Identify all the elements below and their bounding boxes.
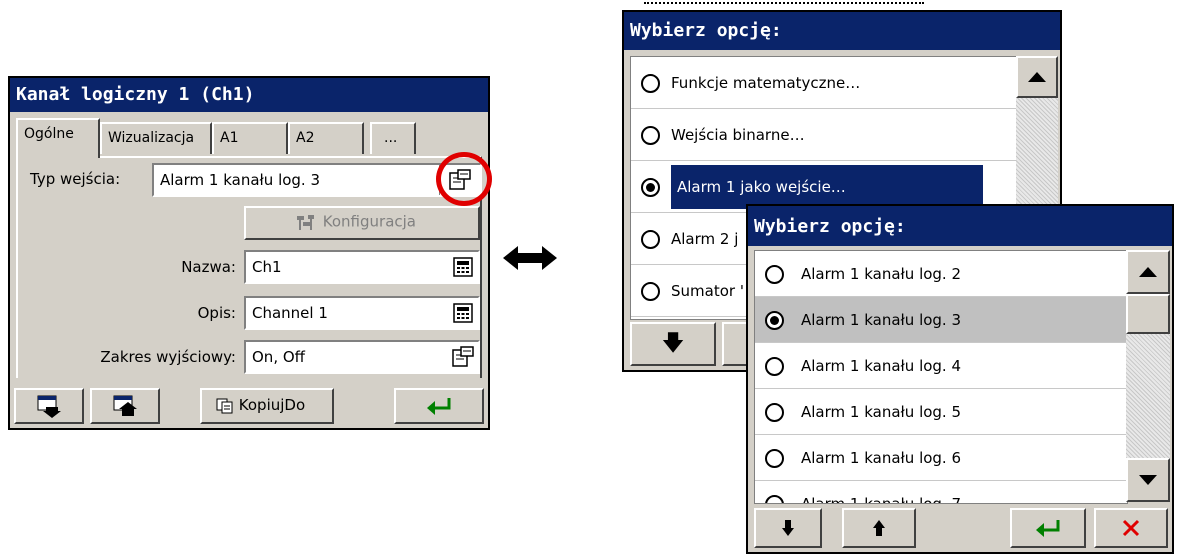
down-button[interactable]: 🡇 bbox=[630, 322, 716, 366]
enter-icon bbox=[427, 398, 451, 415]
radio-button[interactable] bbox=[765, 495, 784, 503]
output-range-label: Zakres wyjściowy: bbox=[100, 348, 236, 366]
copy-to-label: KopiujDo bbox=[238, 396, 306, 414]
dialog-title: Wybierz opcję: bbox=[624, 12, 1060, 50]
description-label: Opis: bbox=[197, 304, 236, 322]
tools-icon bbox=[297, 215, 314, 230]
output-range-value: On, Off bbox=[252, 348, 305, 366]
option-row[interactable]: Alarm 1 kanału log. 7 bbox=[755, 481, 1127, 504]
scroll-up-button[interactable] bbox=[1016, 56, 1058, 98]
up-button[interactable] bbox=[842, 508, 916, 548]
radio-button[interactable] bbox=[641, 126, 660, 145]
description-field[interactable]: Channel 1 bbox=[244, 296, 480, 330]
name-label: Nazwa: bbox=[181, 258, 236, 276]
enter-icon bbox=[1036, 520, 1060, 537]
option-label: Wejścia binarne… bbox=[671, 126, 805, 144]
arrow-down-icon bbox=[1139, 475, 1157, 485]
radio-button[interactable] bbox=[641, 74, 660, 93]
tab-label: Ogólne bbox=[24, 126, 74, 142]
option-label: Alarm 1 kanału log. 2 bbox=[801, 265, 962, 283]
copy-to-button[interactable]: KopiujDo bbox=[200, 388, 334, 424]
enter-button[interactable] bbox=[394, 388, 484, 424]
previous-page-icon bbox=[113, 395, 137, 416]
close-icon bbox=[1122, 519, 1140, 537]
radio-button[interactable] bbox=[765, 357, 784, 376]
input-type-label: Typ wejścia: bbox=[30, 170, 121, 188]
option-label: Alarm 1 kanału log. 7 bbox=[801, 495, 962, 504]
input-type-field[interactable]: Alarm 1 kanału log. 3 bbox=[152, 163, 482, 197]
tab-label: Wizualizacja bbox=[108, 130, 195, 146]
option-row[interactable]: Funkcje matematyczne… bbox=[631, 57, 1017, 109]
description-value: Channel 1 bbox=[252, 304, 328, 322]
bidirectional-arrow-icon bbox=[500, 238, 560, 278]
radio-button[interactable] bbox=[765, 449, 784, 468]
tab-a2[interactable]: A2 bbox=[288, 122, 364, 154]
option-row[interactable]: Alarm 1 kanału log. 6 bbox=[755, 435, 1127, 481]
radio-button[interactable] bbox=[765, 403, 784, 422]
highlight-circle bbox=[436, 152, 492, 206]
option-row[interactable]: Alarm 1 kanału log. 3 bbox=[755, 297, 1127, 343]
option-label: Alarm 1 kanału log. 3 bbox=[801, 311, 962, 329]
configuration-button[interactable]: Konfiguracja bbox=[244, 206, 480, 240]
tab-label: ... bbox=[384, 130, 398, 146]
radio-button[interactable] bbox=[765, 311, 784, 330]
option-label: Alarm 1 jako wejście… bbox=[671, 165, 983, 209]
scrollbar[interactable] bbox=[1126, 250, 1170, 502]
radio-button[interactable] bbox=[641, 230, 660, 249]
option-row[interactable]: Wejścia binarne… bbox=[631, 109, 1017, 161]
option-label: Alarm 1 kanału log. 4 bbox=[801, 357, 962, 375]
option-label: Funkcje matematyczne… bbox=[671, 74, 861, 92]
copy-to-content: KopiujDo bbox=[216, 396, 305, 414]
previous-channel-button[interactable] bbox=[90, 388, 160, 424]
option-label: Sumator ' bbox=[671, 282, 744, 300]
config-button-label: Konfiguracja bbox=[322, 212, 416, 231]
option-label: Alarm 1 kanału log. 5 bbox=[801, 403, 962, 421]
dialog-title: Wybierz opcję: bbox=[748, 206, 1172, 246]
arrow-up-icon bbox=[1028, 72, 1046, 82]
name-value: Ch1 bbox=[252, 258, 282, 276]
radio-button[interactable] bbox=[641, 282, 660, 301]
scroll-thumb[interactable] bbox=[1126, 294, 1170, 334]
arrow-up-icon bbox=[1139, 267, 1157, 277]
logical-channel-window: Kanał logiczny 1 (Ch1) Ogólne Wizualizac… bbox=[8, 76, 492, 430]
enter-button[interactable] bbox=[1010, 508, 1086, 548]
tab-a1[interactable]: A1 bbox=[212, 122, 288, 154]
option-label: Alarm 1 kanału log. 6 bbox=[801, 449, 962, 467]
next-page-icon bbox=[37, 395, 61, 418]
keyboard-icon[interactable] bbox=[451, 256, 475, 278]
arrow-down-icon: 🡇 bbox=[661, 331, 685, 356]
option-row[interactable]: Alarm 1 kanału log. 5 bbox=[755, 389, 1127, 435]
select-option-dialog-front: Wybierz opcję: Alarm 1 kanału log. 2 Alar… bbox=[746, 204, 1174, 554]
tab-panel: Typ wejścia: Alarm 1 kanału log. 3 Konfi… bbox=[16, 152, 492, 378]
cancel-button[interactable] bbox=[1094, 508, 1168, 548]
keyboard-icon[interactable] bbox=[451, 302, 475, 324]
input-type-value: Alarm 1 kanału log. 3 bbox=[160, 171, 321, 189]
option-label: Alarm 2 j bbox=[671, 230, 739, 248]
copy-icon bbox=[216, 398, 233, 413]
top-remnant bbox=[644, 2, 924, 10]
option-row[interactable]: Alarm 1 kanału log. 4 bbox=[755, 343, 1127, 389]
next-channel-button[interactable] bbox=[14, 388, 84, 424]
tab-general[interactable]: Ogólne bbox=[16, 118, 100, 158]
tab-more[interactable]: ... bbox=[370, 122, 416, 154]
tab-label: A1 bbox=[220, 130, 239, 146]
output-range-field[interactable]: On, Off bbox=[244, 340, 480, 374]
config-button-content: Konfiguracja bbox=[294, 212, 416, 232]
arrow-down-icon bbox=[782, 520, 794, 536]
name-field[interactable]: Ch1 bbox=[244, 250, 480, 284]
radio-button[interactable] bbox=[765, 265, 784, 284]
option-list: Alarm 1 kanału log. 2 Alarm 1 kanału log.… bbox=[754, 250, 1128, 504]
tab-label: A2 bbox=[296, 130, 315, 146]
scroll-down-button[interactable] bbox=[1126, 458, 1170, 502]
arrow-up-icon bbox=[873, 520, 885, 536]
down-button[interactable] bbox=[754, 508, 822, 548]
scroll-up-button[interactable] bbox=[1126, 250, 1170, 294]
radio-button[interactable] bbox=[641, 178, 660, 197]
option-row[interactable]: Alarm 1 kanału log. 2 bbox=[755, 251, 1127, 297]
window-title: Kanał logiczny 1 (Ch1) bbox=[10, 78, 488, 112]
properties-icon[interactable] bbox=[451, 346, 475, 368]
tab-visualization[interactable]: Wizualizacja bbox=[100, 122, 212, 154]
